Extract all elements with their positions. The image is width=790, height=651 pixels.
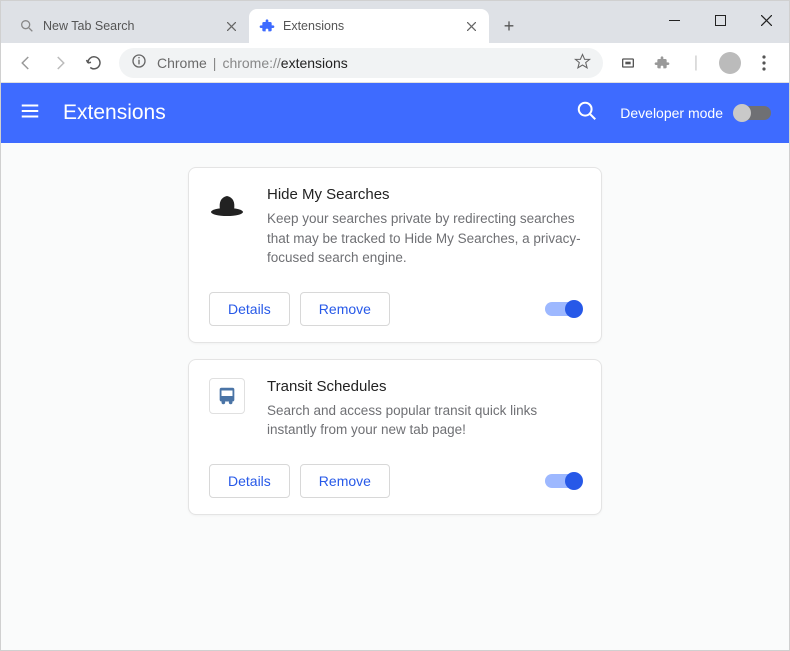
url-path: extensions xyxy=(281,55,348,71)
new-tab-button[interactable]: + xyxy=(495,12,523,40)
search-icon[interactable] xyxy=(576,100,598,127)
search-icon xyxy=(19,18,35,34)
address-bar[interactable]: Chrome | chrome://extensions xyxy=(119,48,603,78)
url-divider: | xyxy=(213,55,217,71)
forward-button[interactable] xyxy=(45,48,75,78)
close-icon[interactable] xyxy=(223,18,239,34)
tab-title: Extensions xyxy=(283,19,463,33)
remove-button[interactable]: Remove xyxy=(300,464,390,498)
extension-card: Transit Schedules Search and access popu… xyxy=(188,359,602,515)
extension-name: Hide My Searches xyxy=(267,186,581,203)
developer-mode-toggle[interactable] xyxy=(735,106,771,120)
close-button[interactable] xyxy=(743,1,789,39)
details-button[interactable]: Details xyxy=(209,464,290,498)
profile-avatar[interactable] xyxy=(719,52,741,74)
extensions-list: Hide My Searches Keep your searches priv… xyxy=(1,143,789,650)
reload-button[interactable] xyxy=(79,48,109,78)
toolbar: Chrome | chrome://extensions | xyxy=(1,43,789,83)
remove-button[interactable]: Remove xyxy=(300,292,390,326)
minimize-button[interactable] xyxy=(651,1,697,39)
hat-icon xyxy=(209,186,245,222)
enable-toggle[interactable] xyxy=(545,302,581,316)
window-controls xyxy=(651,1,789,39)
enable-toggle[interactable] xyxy=(545,474,581,488)
tab-title: New Tab Search xyxy=(43,19,223,33)
close-icon[interactable] xyxy=(463,18,479,34)
back-button[interactable] xyxy=(11,48,41,78)
details-button[interactable]: Details xyxy=(209,292,290,326)
extension-description: Search and access popular transit quick … xyxy=(267,401,581,440)
extension-toolbar-icon-1[interactable] xyxy=(613,48,643,78)
tab-extensions[interactable]: Extensions xyxy=(249,9,489,43)
extension-toolbar-icon-2[interactable] xyxy=(647,48,677,78)
hamburger-icon[interactable] xyxy=(19,100,41,127)
puzzle-icon xyxy=(259,18,275,34)
tab-new-tab-search[interactable]: New Tab Search xyxy=(9,9,249,43)
extensions-header: Extensions Developer mode xyxy=(1,83,789,143)
menu-dots-icon[interactable] xyxy=(749,48,779,78)
developer-mode-label: Developer mode xyxy=(620,105,723,121)
bookmark-star-icon[interactable] xyxy=(574,53,591,73)
profile-separator: | xyxy=(681,48,711,78)
bus-icon xyxy=(209,378,245,414)
extension-description: Keep your searches private by redirectin… xyxy=(267,209,581,268)
maximize-button[interactable] xyxy=(697,1,743,39)
url-scheme-label: Chrome xyxy=(157,55,207,71)
site-info-icon[interactable] xyxy=(131,53,147,72)
page-title: Extensions xyxy=(63,101,576,125)
extension-card: Hide My Searches Keep your searches priv… xyxy=(188,167,602,343)
url-prefix: chrome:// xyxy=(222,55,280,71)
extension-name: Transit Schedules xyxy=(267,378,581,395)
